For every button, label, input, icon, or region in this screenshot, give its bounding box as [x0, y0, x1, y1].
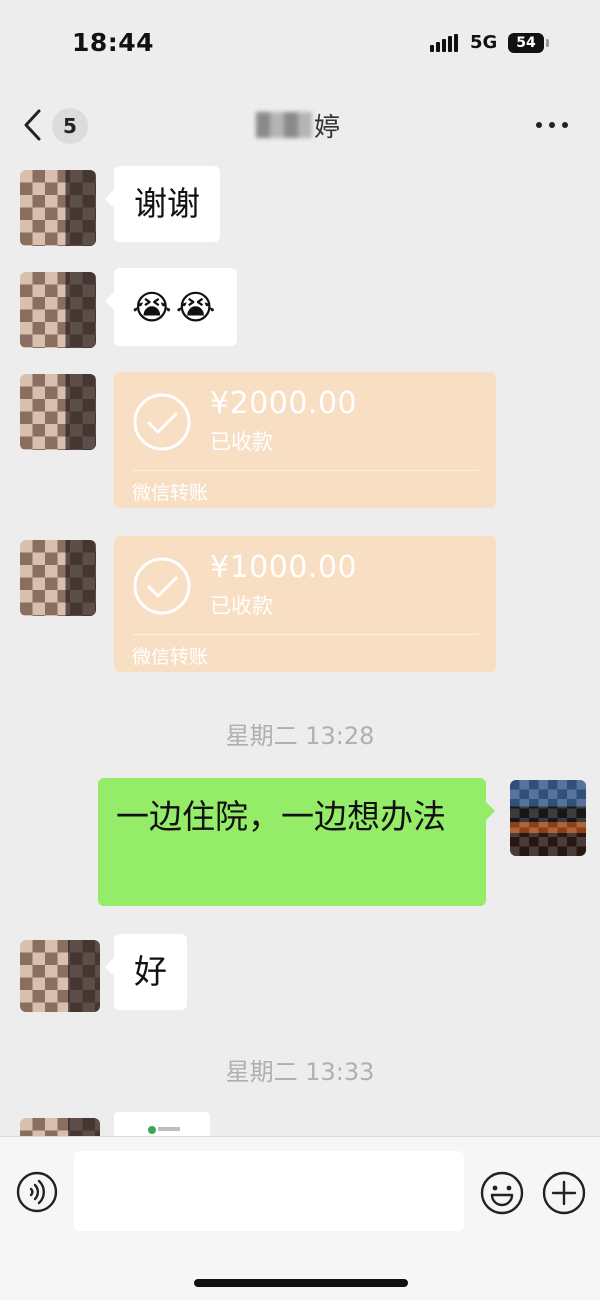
name-mosaic	[256, 112, 312, 138]
peer-avatar[interactable]	[20, 170, 96, 246]
back-button[interactable]: 5	[22, 104, 92, 146]
transfer-status: 已收款	[210, 430, 273, 454]
transfer-card[interactable]: ¥1000.00 已收款 微信转账	[114, 536, 496, 672]
message-input[interactable]	[74, 1151, 464, 1231]
thumbnail-dot	[148, 1126, 156, 1134]
message-bubble-self[interactable]: 一边住院，一边想办法	[98, 778, 495, 906]
more-dot	[549, 122, 555, 128]
crying-emoji-icon: 😭	[132, 287, 172, 328]
transfer-status: 已收款	[210, 594, 273, 618]
status-bar: 18:44 5G 54	[0, 0, 600, 90]
thumbnail-bar	[158, 1127, 180, 1131]
message-list[interactable]: 谢谢 😭 😭 ¥2000.00 已收款 微信转账 ¥1000.00 已收款 微信转…	[0, 158, 600, 1136]
peer-avatar[interactable]	[20, 272, 96, 348]
more-button[interactable]	[532, 110, 572, 140]
image-message-thumbnail[interactable]	[114, 1112, 210, 1136]
chat-title-text: 婷	[314, 112, 341, 143]
message-bubble-peer[interactable]: 😭 😭	[104, 268, 238, 346]
plus-icon[interactable]	[542, 1171, 586, 1215]
transfer-amount: ¥1000.00	[210, 550, 358, 585]
message-bubble-peer[interactable]: 谢谢	[105, 166, 220, 242]
self-avatar[interactable]	[510, 780, 586, 856]
chevron-left-icon	[24, 109, 41, 141]
more-dots-icon	[536, 122, 542, 128]
time-separator: 星期二 13:33	[225, 1058, 375, 1086]
transfer-footer: 微信转账	[132, 482, 209, 504]
peer-avatar[interactable]	[20, 540, 96, 616]
transfer-footer: 微信转账	[132, 646, 209, 668]
peer-avatar[interactable]	[20, 374, 96, 450]
peer-avatar[interactable]	[20, 940, 100, 1012]
home-indicator[interactable]	[194, 1279, 408, 1287]
emoji-icon[interactable]	[480, 1171, 524, 1215]
divider	[132, 634, 478, 635]
voice-icon[interactable]	[16, 1171, 58, 1213]
battery-icon: 54	[508, 33, 544, 53]
input-bar	[0, 1136, 600, 1300]
unread-count-badge: 5	[52, 108, 88, 144]
chat-title[interactable]: 婷	[256, 108, 341, 143]
battery-tip	[546, 39, 549, 47]
network-type: 5G	[470, 32, 498, 53]
time-separator: 星期二 13:28	[225, 722, 375, 750]
chat-header: 5 婷	[0, 92, 600, 158]
divider	[132, 470, 478, 471]
message-bubble-peer[interactable]: 好	[105, 934, 187, 1010]
peer-avatar[interactable]	[20, 1118, 100, 1136]
transfer-amount: ¥2000.00	[210, 386, 358, 421]
check-circle-icon	[133, 393, 191, 451]
status-time: 18:44	[72, 28, 155, 57]
crying-emoji-icon: 😭	[175, 287, 216, 328]
more-dot	[562, 122, 568, 128]
check-circle-icon	[133, 557, 191, 615]
transfer-card[interactable]: ¥2000.00 已收款 微信转账	[114, 372, 496, 508]
